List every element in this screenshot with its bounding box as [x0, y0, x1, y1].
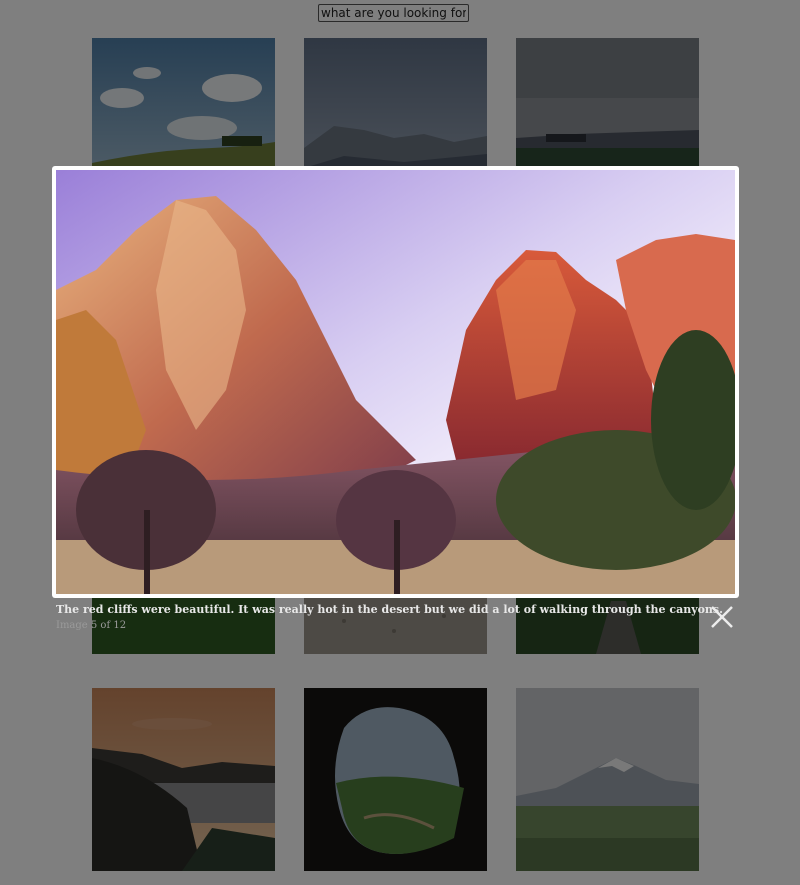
lightbox: [52, 166, 739, 598]
lightbox-caption: The red cliffs were beautiful. It was re…: [56, 603, 723, 616]
close-icon: [711, 606, 733, 628]
gallery-page: The red cliffs were beautiful. It was re…: [0, 0, 800, 885]
close-button[interactable]: [708, 603, 736, 631]
lightbox-counter: Image 5 of 12: [56, 620, 127, 631]
lightbox-image: [56, 170, 735, 594]
